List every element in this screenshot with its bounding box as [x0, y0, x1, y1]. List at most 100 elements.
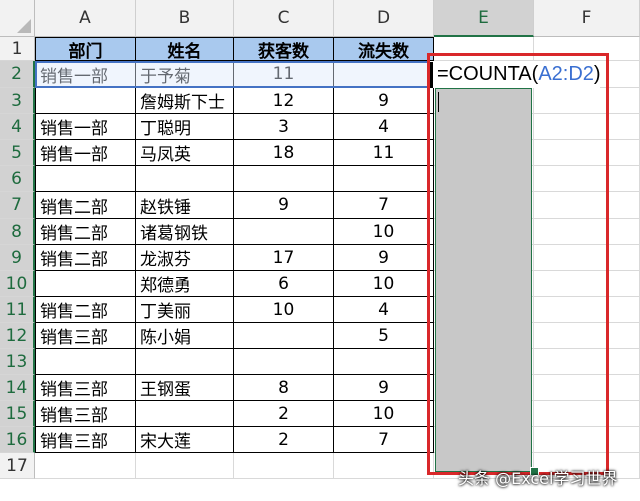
table-cell-gained[interactable]: 8: [234, 375, 334, 401]
row-header-11[interactable]: 11: [0, 297, 35, 323]
row-header-2[interactable]: 2: [0, 61, 35, 88]
table-cell-gained[interactable]: 10: [234, 297, 334, 323]
table-cell-name[interactable]: [136, 349, 234, 375]
table-cell-name[interactable]: 陈小娟: [136, 323, 234, 349]
table-cell-name[interactable]: 宋大莲: [136, 427, 234, 453]
table-cell-name[interactable]: 丁聪明: [136, 114, 234, 140]
row-header-4[interactable]: 4: [0, 114, 35, 140]
row-header-9[interactable]: 9: [0, 245, 35, 271]
table-cell-dept[interactable]: [35, 88, 136, 114]
table-cell-dept[interactable]: [35, 166, 136, 192]
table-cell-name[interactable]: [136, 166, 234, 192]
table-cell-gained[interactable]: 2: [234, 401, 334, 427]
row-header-12[interactable]: 12: [0, 323, 35, 349]
table-cell-lost[interactable]: 10: [334, 401, 434, 427]
table-cell-lost[interactable]: [334, 166, 434, 192]
table-header-dept[interactable]: 部门: [35, 37, 136, 61]
table-cell-dept[interactable]: 销售三部: [35, 427, 136, 453]
table-cell-dept[interactable]: 销售三部: [35, 323, 136, 349]
table-cell-lost[interactable]: 7: [334, 192, 434, 219]
table-cell-name[interactable]: 郑德勇: [136, 271, 234, 297]
table-cell-dept[interactable]: 销售三部: [35, 401, 136, 427]
table-cell-gained[interactable]: 9: [234, 192, 334, 219]
cell-text: 2: [278, 403, 289, 424]
table-cell-dept[interactable]: [35, 271, 136, 297]
table-cell-lost[interactable]: 9: [334, 245, 434, 271]
column-header-b[interactable]: B: [136, 0, 234, 37]
table-cell-gained[interactable]: [234, 219, 334, 245]
cell-text: 10: [272, 299, 295, 320]
row-header-5[interactable]: 5: [0, 140, 35, 166]
row-header-17[interactable]: 17: [0, 453, 35, 479]
column-header-e[interactable]: E: [434, 0, 534, 37]
table-cell-gained[interactable]: [234, 166, 334, 192]
table-header-name[interactable]: 姓名: [136, 37, 234, 61]
table-header-lost[interactable]: 流失数: [334, 37, 434, 61]
cell-text: 詹姆斯下士: [140, 93, 225, 113]
table-cell-gained[interactable]: 12: [234, 88, 334, 114]
row-header-7[interactable]: 7: [0, 192, 35, 219]
table-cell-dept[interactable]: 销售二部: [35, 219, 136, 245]
table-cell-lost[interactable]: 4: [334, 297, 434, 323]
table-cell-lost[interactable]: 9: [334, 88, 434, 114]
cell-text: 姓名: [167, 41, 202, 61]
cell-text: 12: [272, 90, 295, 111]
table-cell-gained[interactable]: 18: [234, 140, 334, 166]
row-header-15[interactable]: 15: [0, 401, 35, 427]
table-cell-gained[interactable]: 3: [234, 114, 334, 140]
table-cell-gained[interactable]: [234, 323, 334, 349]
table-cell-gained[interactable]: 2: [234, 427, 334, 453]
table-cell-gained[interactable]: 17: [234, 245, 334, 271]
table-cell-name[interactable]: 马凤英: [136, 140, 234, 166]
row-header-13[interactable]: 13: [0, 349, 35, 375]
table-cell-gained[interactable]: [234, 349, 334, 375]
empty-cell[interactable]: [35, 453, 136, 479]
cell-text: 郑德勇: [140, 276, 191, 296]
table-cell-lost[interactable]: 11: [334, 140, 434, 166]
table-cell-name[interactable]: 丁美丽: [136, 297, 234, 323]
row-header-3[interactable]: 3: [0, 88, 35, 114]
row-header-10[interactable]: 10: [0, 271, 35, 297]
column-header-f[interactable]: F: [534, 0, 640, 37]
table-cell-name[interactable]: 龙淑芬: [136, 245, 234, 271]
table-cell-name[interactable]: 詹姆斯下士: [136, 88, 234, 114]
table-cell-lost[interactable]: [334, 349, 434, 375]
table-cell-name[interactable]: 赵铁锤: [136, 192, 234, 219]
row-header-8[interactable]: 8: [0, 219, 35, 245]
row-header-16[interactable]: 16: [0, 427, 35, 453]
table-cell-lost[interactable]: 10: [334, 219, 434, 245]
empty-cell[interactable]: [136, 453, 234, 479]
cell-text: 9: [378, 90, 389, 111]
table-header-gained[interactable]: 获客数: [234, 37, 334, 61]
table-cell-dept[interactable]: 销售二部: [35, 192, 136, 219]
table-cell-lost[interactable]: 7: [334, 427, 434, 453]
cell-text: 9: [378, 377, 389, 398]
row-header-14[interactable]: 14: [0, 375, 35, 401]
column-header-a[interactable]: A: [35, 0, 136, 37]
table-cell-gained[interactable]: 6: [234, 271, 334, 297]
table-cell-lost[interactable]: 5: [334, 323, 434, 349]
table-cell-lost[interactable]: 4: [334, 114, 434, 140]
formula-reference-highlight: [35, 61, 430, 88]
table-cell-dept[interactable]: 销售二部: [35, 245, 136, 271]
table-cell-dept[interactable]: 销售一部: [35, 114, 136, 140]
table-cell-name[interactable]: 诸葛钢铁: [136, 219, 234, 245]
row-header-6[interactable]: 6: [0, 166, 35, 192]
table-cell-name[interactable]: 王钢蛋: [136, 375, 234, 401]
cell-text: 5: [378, 325, 389, 346]
empty-cell[interactable]: [334, 453, 434, 479]
empty-cell[interactable]: [234, 453, 334, 479]
table-cell-dept[interactable]: 销售二部: [35, 297, 136, 323]
select-all-corner[interactable]: [0, 0, 35, 37]
table-cell-name[interactable]: [136, 401, 234, 427]
table-cell-lost[interactable]: 9: [334, 375, 434, 401]
column-header-c[interactable]: C: [234, 0, 334, 37]
row-header-1[interactable]: 1: [0, 37, 35, 61]
cell-text: 17: [272, 247, 295, 268]
table-cell-dept[interactable]: [35, 349, 136, 375]
column-header-d[interactable]: D: [334, 0, 434, 37]
cell-text: 销售三部: [40, 328, 108, 348]
table-cell-dept[interactable]: 销售三部: [35, 375, 136, 401]
table-cell-lost[interactable]: 10: [334, 271, 434, 297]
table-cell-dept[interactable]: 销售一部: [35, 140, 136, 166]
